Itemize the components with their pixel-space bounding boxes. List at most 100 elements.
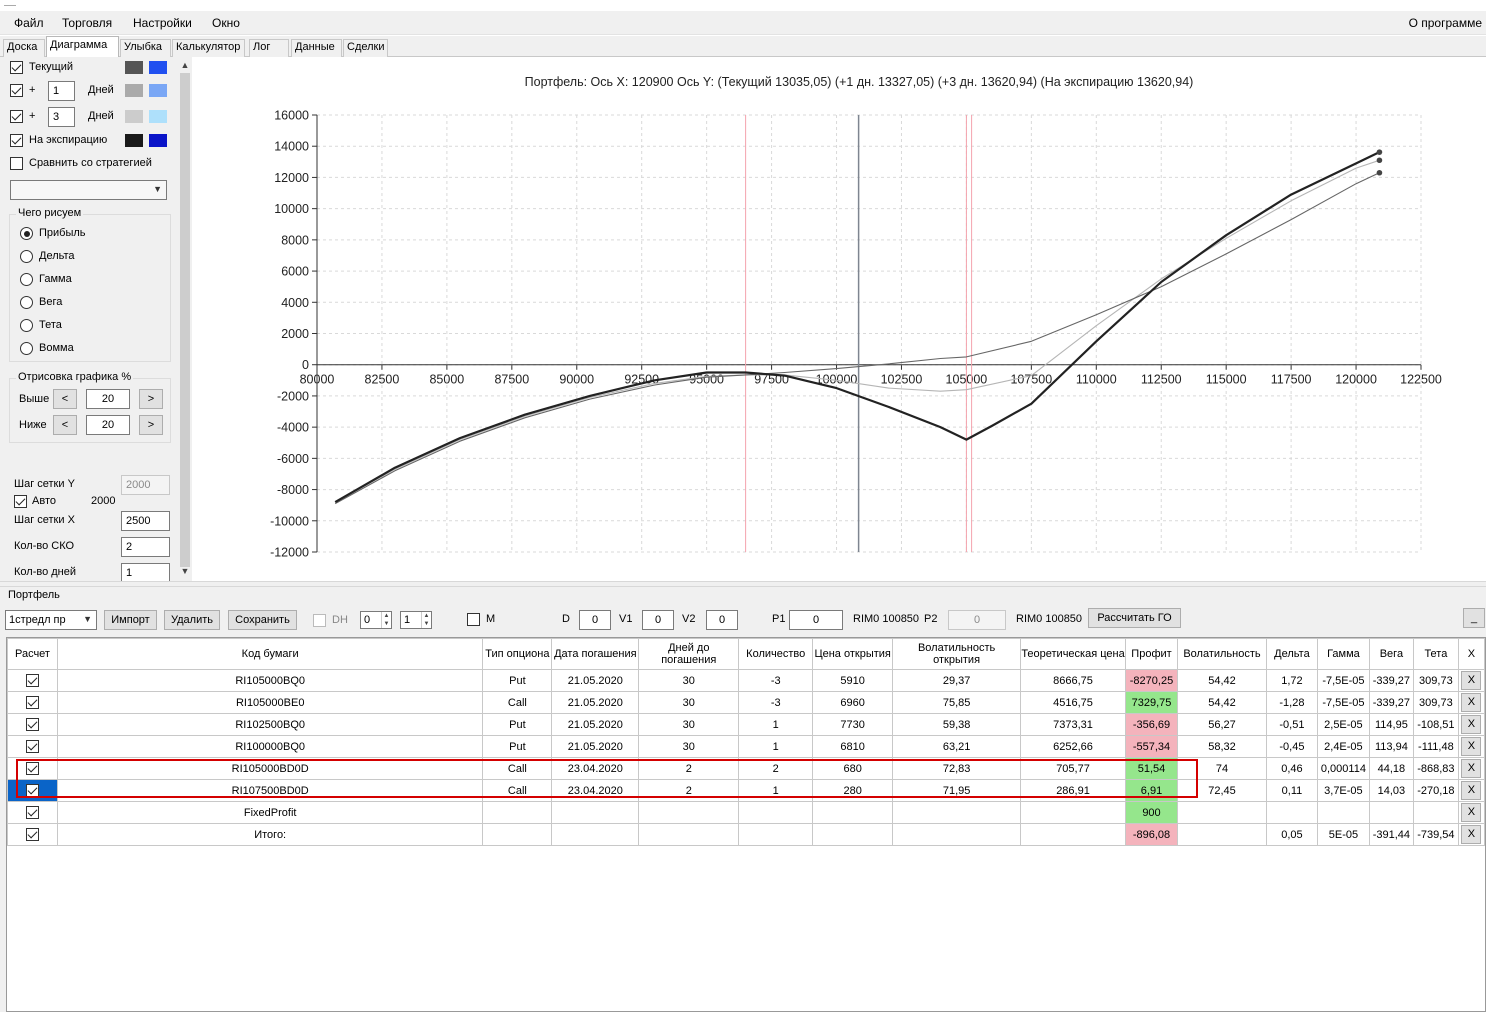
radio-delta[interactable]	[20, 250, 33, 263]
spin-arrows-icon[interactable]: ▲ ▼	[421, 612, 431, 628]
plus3-color-1[interactable]	[125, 110, 143, 123]
col-header-calc[interactable]: Расчет	[7, 638, 58, 670]
p1-input[interactable]: 0	[789, 610, 843, 630]
col-header-volatility[interactable]: Волатильность	[1176, 638, 1267, 670]
row-calc-cell[interactable]	[7, 801, 58, 824]
grid-x-input[interactable]: 2500	[121, 511, 170, 531]
sko-input[interactable]: 2	[121, 537, 170, 557]
plus1-color-2[interactable]	[149, 84, 167, 97]
radio-profit[interactable]	[20, 227, 33, 240]
strategy-compare-dropdown[interactable]: ▼	[10, 180, 167, 200]
table-row[interactable]: RI100000BQ0 Put 21.05.2020 30 1 6810 63,21 6252…	[7, 735, 1486, 758]
row-calc-cell[interactable]	[7, 713, 58, 736]
row-calc-checkbox[interactable]	[25, 762, 39, 775]
tab-diagram[interactable]: Диаграмма	[46, 36, 119, 57]
import-button[interactable]: Импорт	[104, 610, 157, 630]
radio-gamma[interactable]	[20, 273, 33, 286]
radio-theta[interactable]	[20, 319, 33, 332]
table-row[interactable]: FixedProfit 900 X	[7, 801, 1486, 824]
row-calc-cell[interactable]	[7, 669, 58, 692]
radio-vomma[interactable]	[20, 342, 33, 355]
plus1-checkbox[interactable]	[10, 84, 23, 97]
scroll-down-icon[interactable]: ▼	[180, 565, 190, 577]
expiry-color-1[interactable]	[125, 134, 143, 147]
col-header-x[interactable]: X	[1457, 638, 1486, 670]
scroll-thumb[interactable]	[180, 73, 190, 567]
above-increase-button[interactable]: >	[139, 389, 163, 409]
auto-checkbox[interactable]	[14, 495, 27, 508]
row-calc-cell[interactable]	[7, 779, 58, 802]
col-header-open-volatility[interactable]: Волатильность открытия	[892, 638, 1022, 670]
remove-row-button[interactable]: X	[1461, 737, 1482, 756]
below-input[interactable]: 20	[86, 415, 130, 435]
plus3-color-2[interactable]	[149, 110, 167, 123]
below-decrease-button[interactable]: <	[53, 415, 77, 435]
remove-row-button[interactable]: X	[1461, 803, 1482, 822]
v2-input[interactable]: 0	[706, 610, 738, 630]
remove-row-button[interactable]: X	[1461, 671, 1482, 690]
row-calc-cell[interactable]	[7, 691, 58, 714]
table-row[interactable]: Итого: -896,08 0,05 5E-05 -391,44 -739,54 X	[7, 823, 1486, 846]
save-button[interactable]: Сохранить	[228, 610, 297, 630]
tab-data[interactable]: Данные	[291, 39, 342, 57]
row-calc-checkbox[interactable]	[25, 828, 39, 841]
col-header-delta[interactable]: Дельта	[1265, 638, 1318, 670]
remove-row-button[interactable]: X	[1461, 759, 1482, 778]
current-color-2[interactable]	[149, 61, 167, 74]
d-input[interactable]: 0	[579, 610, 611, 630]
plus3-checkbox[interactable]	[10, 110, 23, 123]
menu-trading[interactable]: Торговля	[62, 16, 112, 30]
col-header-expiry-date[interactable]: Дата погашения	[551, 638, 640, 670]
spin-arrows-icon[interactable]: ▲ ▼	[381, 612, 391, 628]
col-header-profit[interactable]: Профит	[1125, 638, 1178, 670]
strategy-dropdown[interactable]: 1стредл пр ▼	[5, 610, 97, 630]
row-calc-checkbox[interactable]	[25, 674, 39, 687]
menu-file[interactable]: Файл	[14, 16, 44, 30]
current-checkbox[interactable]	[10, 61, 23, 74]
tab-log[interactable]: Лог	[249, 39, 289, 57]
table-row[interactable]: RI105000BE0 Call 21.05.2020 30 -3 6960 75,85 45…	[7, 691, 1486, 714]
radio-vega[interactable]	[20, 296, 33, 309]
dh-spin-1[interactable]: 0 ▲ ▼	[360, 611, 392, 629]
dh-spin-2[interactable]: 1 ▲ ▼	[400, 611, 432, 629]
col-header-type[interactable]: Тип опциона	[482, 638, 553, 670]
row-calc-cell[interactable]	[7, 757, 58, 780]
calc-go-button[interactable]: Рассчитать ГО	[1088, 608, 1181, 628]
tab-smile[interactable]: Улыбка	[120, 39, 171, 57]
menu-settings[interactable]: Настройки	[133, 16, 192, 30]
plus3-days-input[interactable]: 3	[48, 107, 75, 127]
remove-row-button[interactable]: X	[1461, 715, 1482, 734]
table-row[interactable]: RI105000BD0D Call 23.04.2020 2 2 680 72,83 705,…	[7, 757, 1486, 780]
col-header-days-to-expiry[interactable]: Дней до погашения	[638, 638, 740, 670]
table-row[interactable]: RI105000BQ0 Put 21.05.2020 30 -3 5910 29,37 866…	[7, 669, 1486, 692]
settings-scrollbar[interactable]: ▲ ▼	[178, 57, 192, 581]
row-calc-checkbox[interactable]	[25, 806, 39, 819]
tab-deals[interactable]: Сделки	[343, 39, 388, 57]
delete-button[interactable]: Удалить	[164, 610, 220, 630]
days-count-input[interactable]: 1	[121, 563, 170, 583]
col-header-open-price[interactable]: Цена открытия	[812, 638, 894, 670]
above-input[interactable]: 20	[86, 389, 130, 409]
expiry-checkbox[interactable]	[10, 134, 23, 147]
menu-about[interactable]: О программе	[1409, 16, 1482, 30]
remove-row-button[interactable]: X	[1461, 825, 1482, 844]
row-calc-cell[interactable]	[7, 735, 58, 758]
row-calc-checkbox[interactable]	[25, 718, 39, 731]
table-row[interactable]: RI107500BD0D Call 23.04.2020 2 1 280 71,95 286,…	[7, 779, 1486, 802]
m-checkbox[interactable]	[467, 613, 480, 626]
compare-checkbox[interactable]	[10, 157, 23, 170]
row-calc-cell[interactable]	[7, 823, 58, 846]
below-increase-button[interactable]: >	[139, 415, 163, 435]
scroll-up-icon[interactable]: ▲	[180, 59, 190, 71]
above-decrease-button[interactable]: <	[53, 389, 77, 409]
col-header-quantity[interactable]: Количество	[738, 638, 814, 670]
plus1-color-1[interactable]	[125, 84, 143, 97]
col-header-vega[interactable]: Вега	[1368, 638, 1414, 670]
col-header-theoretical-price[interactable]: Теоретическая цена	[1020, 638, 1126, 670]
tab-calculator[interactable]: Калькулятор	[172, 39, 245, 57]
col-header-code[interactable]: Код бумаги	[56, 638, 484, 670]
row-calc-checkbox[interactable]	[25, 784, 39, 797]
current-color-1[interactable]	[125, 61, 143, 74]
v1-input[interactable]: 0	[642, 610, 674, 630]
expiry-color-2[interactable]	[149, 134, 167, 147]
